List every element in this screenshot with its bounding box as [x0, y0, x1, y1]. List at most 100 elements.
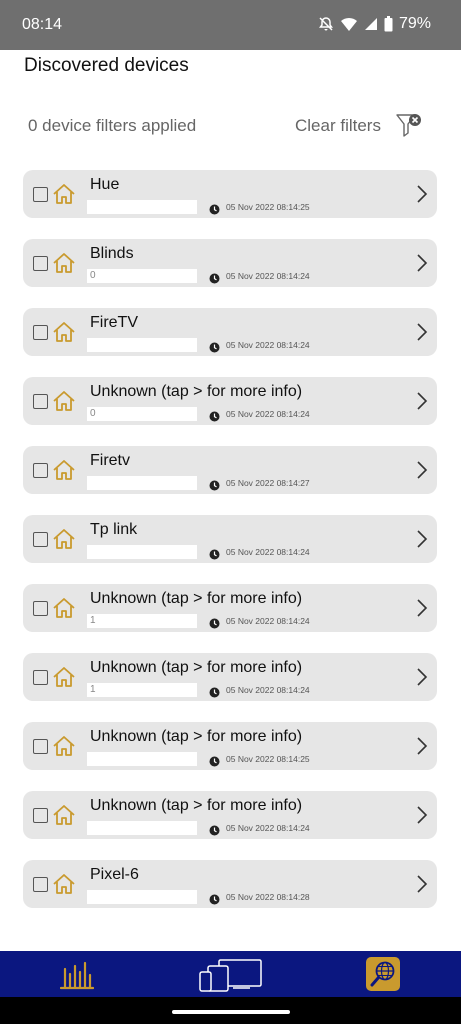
device-name: Unknown (tap > for more info)	[90, 383, 303, 400]
device-timestamp: 05 Nov 2022 08:14:24	[226, 409, 310, 419]
device-timestamp: 05 Nov 2022 08:14:24	[226, 685, 310, 695]
device-card[interactable]: Pixel-6 05 Nov 2022 08:14:28	[23, 860, 437, 908]
home-icon	[52, 735, 76, 762]
clock-icon	[209, 754, 220, 772]
filter-clear-icon[interactable]	[395, 110, 425, 145]
globe-search-icon[interactable]	[366, 957, 400, 991]
device-ip	[87, 200, 197, 214]
device-card[interactable]: Unknown (tap > for more info) 1 05 Nov 202…	[23, 653, 437, 701]
device-timestamp: 05 Nov 2022 08:14:24	[226, 340, 310, 350]
chevron-right-icon[interactable]	[416, 253, 428, 278]
device-ip: 1	[87, 683, 197, 697]
device-timestamp: 05 Nov 2022 08:14:28	[226, 892, 310, 902]
device-name: Unknown (tap > for more info)	[90, 590, 303, 607]
device-name: Unknown (tap > for more info)	[90, 797, 303, 814]
device-card[interactable]: Unknown (tap > for more info) 1 05 Nov 202…	[23, 584, 437, 632]
clock-icon	[209, 823, 220, 841]
chevron-right-icon[interactable]	[416, 736, 428, 761]
device-card[interactable]: Tp link 05 Nov 2022 08:14:24	[23, 515, 437, 563]
battery-icon	[384, 16, 393, 32]
chevron-right-icon[interactable]	[416, 667, 428, 692]
device-card[interactable]: Hue 05 Nov 2022 08:14:25	[23, 170, 437, 218]
device-card[interactable]: Blinds 0 05 Nov 2022 08:14:24	[23, 239, 437, 287]
home-icon	[52, 597, 76, 624]
device-name: Unknown (tap > for more info)	[90, 728, 303, 745]
clock-icon	[209, 685, 220, 703]
device-checkbox[interactable]	[33, 463, 48, 478]
device-card[interactable]: FireTV 05 Nov 2022 08:14:24	[23, 308, 437, 356]
device-timestamp: 05 Nov 2022 08:14:24	[226, 616, 310, 626]
device-checkbox[interactable]	[33, 877, 48, 892]
device-ip: 1	[87, 614, 197, 628]
device-name: Tp link	[90, 521, 138, 538]
clock-icon	[209, 547, 220, 565]
device-ip	[87, 752, 197, 766]
device-checkbox[interactable]	[33, 187, 48, 202]
clock-icon	[209, 892, 220, 910]
clock-icon	[209, 409, 220, 427]
device-checkbox[interactable]	[33, 601, 48, 616]
device-card[interactable]: Unknown (tap > for more info) 0 05 Nov 202…	[23, 377, 437, 425]
device-checkbox[interactable]	[33, 256, 48, 271]
device-ip	[87, 476, 197, 490]
home-icon	[52, 252, 76, 279]
chevron-right-icon[interactable]	[416, 529, 428, 554]
device-name: Unknown (tap > for more info)	[90, 659, 303, 676]
device-name: FireTV	[90, 314, 138, 331]
device-checkbox[interactable]	[33, 325, 48, 340]
home-icon	[52, 390, 76, 417]
chevron-right-icon[interactable]	[416, 598, 428, 623]
status-icons: 79%	[318, 15, 431, 33]
device-timestamp: 05 Nov 2022 08:14:24	[226, 547, 310, 557]
clock-icon	[209, 340, 220, 358]
device-checkbox[interactable]	[33, 670, 48, 685]
chevron-right-icon[interactable]	[416, 805, 428, 830]
devices-icon[interactable]	[198, 957, 264, 998]
page-title: Discovered devices	[24, 55, 189, 76]
device-checkbox[interactable]	[33, 808, 48, 823]
chevron-right-icon[interactable]	[416, 184, 428, 209]
clock-icon	[209, 616, 220, 634]
wifi-icon	[340, 16, 358, 32]
clear-filters-button[interactable]: Clear filters	[295, 116, 381, 136]
chevron-right-icon[interactable]	[416, 322, 428, 347]
device-ip	[87, 821, 197, 835]
home-icon	[52, 183, 76, 210]
device-checkbox[interactable]	[33, 532, 48, 547]
filters-count-label: 0 device filters applied	[28, 116, 197, 135]
device-name: Blinds	[90, 245, 134, 262]
device-name: Pixel-6	[90, 866, 139, 883]
device-name: Firetv	[90, 452, 130, 469]
chevron-right-icon[interactable]	[416, 460, 428, 485]
clock-icon	[209, 271, 220, 289]
home-icon	[52, 666, 76, 693]
device-ip	[87, 545, 197, 559]
chevron-right-icon[interactable]	[416, 874, 428, 899]
device-ip: 0	[87, 407, 197, 421]
home-icon	[52, 459, 76, 486]
bar-chart-icon[interactable]	[59, 960, 95, 995]
status-time: 08:14	[22, 16, 63, 33]
home-icon	[52, 804, 76, 831]
home-icon	[52, 321, 76, 348]
status-bar: 08:14 79%	[0, 0, 461, 50]
device-card[interactable]: Unknown (tap > for more info) 05 Nov 2022…	[23, 791, 437, 839]
chevron-right-icon[interactable]	[416, 391, 428, 416]
clock-icon	[209, 478, 220, 496]
clock-icon	[209, 202, 220, 220]
bottom-navigation	[0, 951, 461, 997]
battery-level: 79%	[398, 15, 431, 32]
device-ip: 0	[87, 269, 197, 283]
home-gesture-handle[interactable]	[172, 1010, 290, 1014]
device-timestamp: 05 Nov 2022 08:14:27	[226, 478, 310, 488]
filters-row: 0 device filters applied Clear filters	[0, 110, 461, 142]
device-ip	[87, 338, 197, 352]
home-icon	[52, 528, 76, 555]
device-timestamp: 05 Nov 2022 08:14:25	[226, 202, 310, 212]
device-timestamp: 05 Nov 2022 08:14:25	[226, 754, 310, 764]
device-ip	[87, 890, 197, 904]
device-card[interactable]: Unknown (tap > for more info) 05 Nov 2022…	[23, 722, 437, 770]
device-checkbox[interactable]	[33, 394, 48, 409]
device-card[interactable]: Firetv 05 Nov 2022 08:14:27	[23, 446, 437, 494]
device-checkbox[interactable]	[33, 739, 48, 754]
